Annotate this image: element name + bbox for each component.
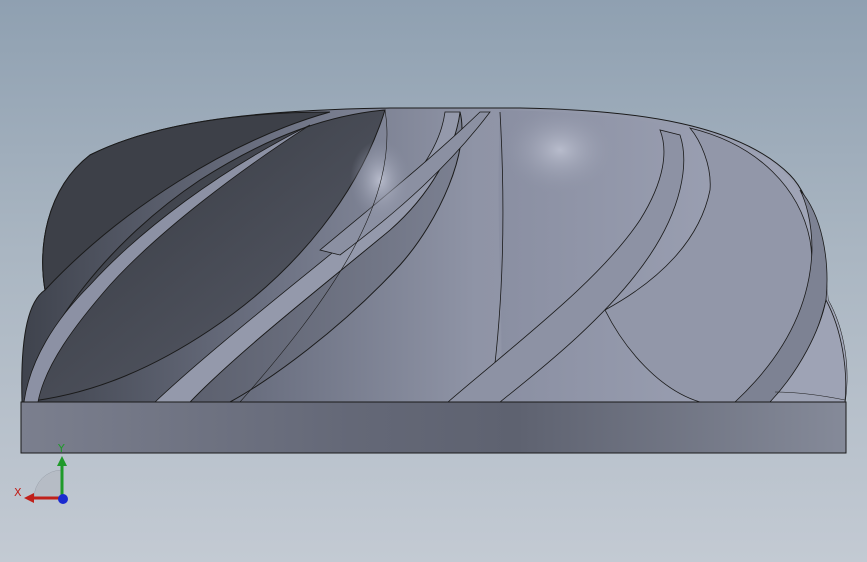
z-axis-dot [58, 494, 68, 504]
surface-highlight-2 [350, 140, 410, 220]
orientation-triad: Y X [14, 442, 68, 504]
y-axis-arrow [57, 456, 67, 466]
graphics-viewport[interactable]: Y X [0, 0, 867, 562]
triad-plane-quadrant [33, 469, 63, 499]
x-axis-label: X [14, 486, 22, 499]
x-axis-arrow [24, 493, 34, 503]
surface-highlight [500, 105, 620, 195]
impeller-model[interactable] [0, 0, 867, 562]
y-axis-label: Y [57, 442, 65, 455]
base-plate [20, 401, 847, 454]
